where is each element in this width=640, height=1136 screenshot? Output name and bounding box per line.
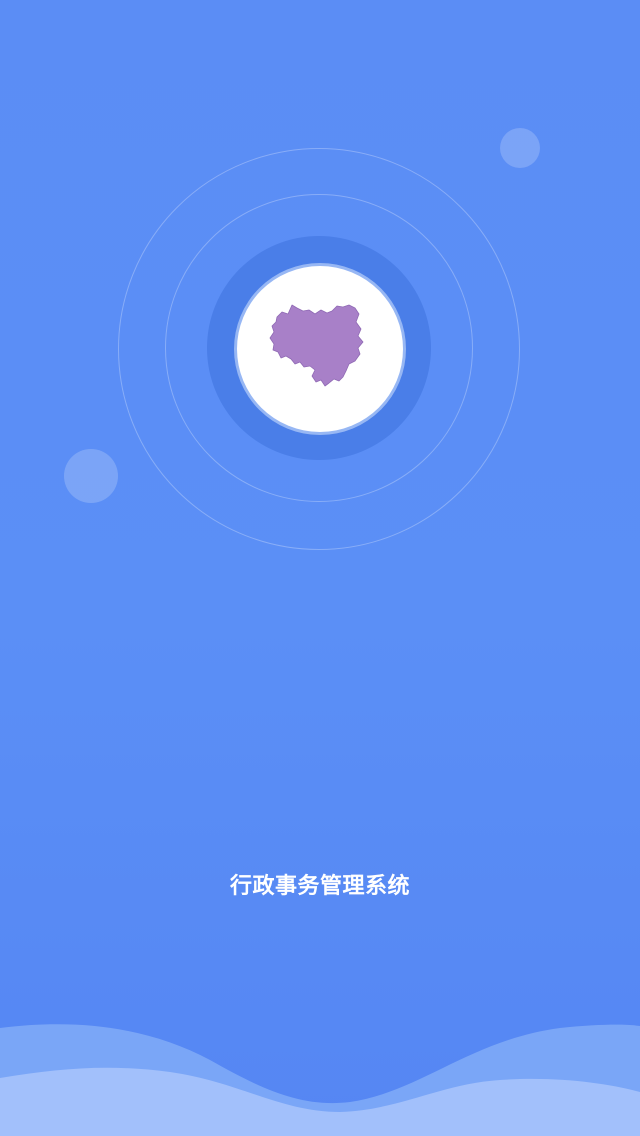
bottom-wave-decoration — [0, 1024, 640, 1136]
decorative-bubble-left — [64, 449, 118, 503]
decorative-bubble-top-right — [500, 128, 540, 168]
app-title: 行政事务管理系统 — [229, 874, 410, 899]
app-logo — [237, 266, 403, 432]
splash-screen: 行政事务管理系统 — [0, 0, 640, 1136]
region-map-icon — [269, 304, 364, 387]
